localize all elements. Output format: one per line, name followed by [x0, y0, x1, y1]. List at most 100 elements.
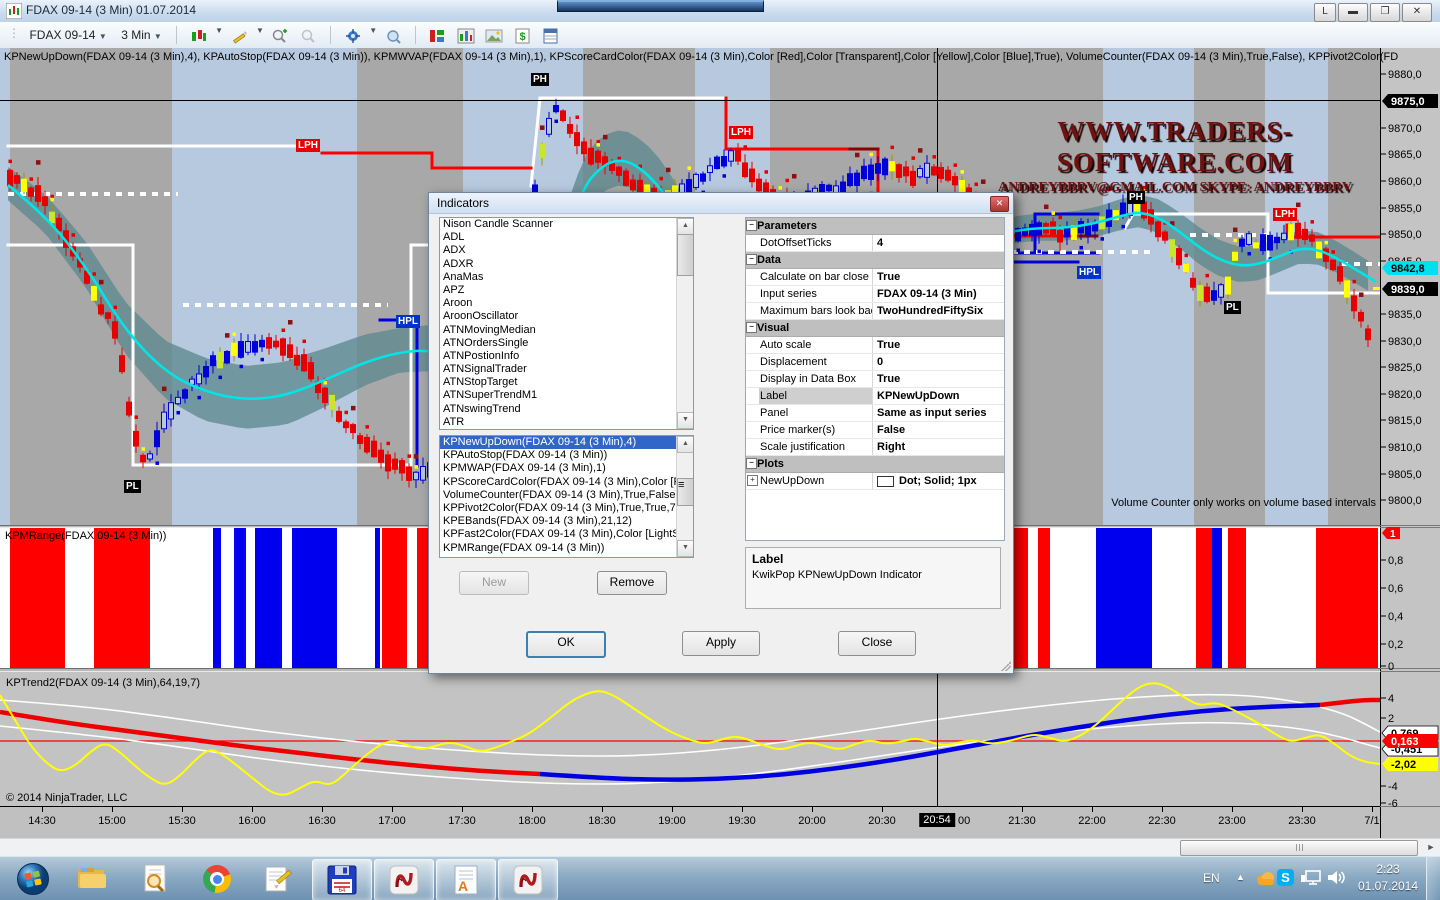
kptrend2-canvas[interactable] — [0, 672, 1380, 806]
property-row[interactable]: PanelSame as input series — [746, 405, 1004, 422]
property-value[interactable]: Dot; Solid; 1px — [873, 473, 1004, 489]
scrollbar-thumb[interactable] — [1180, 840, 1418, 856]
chart-style-button[interactable] — [189, 28, 209, 46]
property-row[interactable]: DotOffsetTicks4 — [746, 235, 1004, 252]
property-section-header[interactable]: −Parameters — [746, 218, 1004, 235]
configured-indicator-item[interactable]: VolumeCounter(FDAX 09-14 (3 Min),True,Fa… — [440, 489, 677, 502]
crosshair-button[interactable] — [343, 28, 363, 46]
show-desktop-button[interactable] — [1426, 857, 1440, 900]
configured-indicator-item[interactable]: KPPivot2Color(FDAX 09-14 (3 Min),True,Tr… — [440, 502, 677, 515]
time-axis[interactable]: 14:3015:0015:3016:0016:3017:0017:3018:00… — [0, 806, 1440, 839]
available-indicator-item[interactable]: AroonOscillator — [440, 310, 677, 323]
available-indicator-item[interactable]: ATNSuperTrendM1 — [440, 389, 677, 402]
available-indicator-item[interactable]: ATNswingTrend — [440, 403, 677, 416]
data-series-button[interactable] — [456, 28, 476, 46]
tray-skype-icon[interactable]: S — [1277, 869, 1294, 886]
list-scrollbar[interactable]: ▲ ▼ — [676, 218, 693, 429]
available-indicator-item[interactable]: ATR — [440, 416, 677, 429]
available-indicator-item[interactable]: ATNStopTarget — [440, 376, 677, 389]
apply-button[interactable]: Apply — [682, 631, 760, 656]
property-row[interactable]: Auto scaleTrue — [746, 337, 1004, 354]
property-row[interactable]: Displacement0 — [746, 354, 1004, 371]
background-window-edge[interactable] — [557, 0, 764, 12]
property-value[interactable]: TwoHundredFiftySix — [873, 303, 1004, 319]
snapshot-button[interactable] — [484, 28, 504, 46]
data-box-button[interactable] — [541, 28, 561, 46]
property-value[interactable]: 0 — [873, 354, 1004, 370]
draw-tools-button[interactable] — [230, 28, 250, 46]
chrome-button[interactable] — [188, 859, 246, 899]
scroll-up-icon[interactable]: ▲ — [677, 436, 694, 453]
tray-network-icon[interactable] — [1300, 869, 1322, 887]
property-value[interactable]: False — [873, 422, 1004, 438]
zoom-out-button[interactable] — [299, 28, 319, 46]
tray-volume-icon[interactable] — [1326, 868, 1346, 887]
property-value[interactable]: True — [873, 371, 1004, 387]
l-button[interactable]: L — [1314, 3, 1336, 22]
interval-dropdown[interactable]: 3 Min ▼ — [116, 26, 167, 44]
tray-weather-icon[interactable] — [1254, 869, 1276, 889]
available-indicator-item[interactable]: Aroon — [440, 297, 677, 310]
property-row[interactable]: Scale justificationRight — [746, 439, 1004, 456]
property-value[interactable]: Right — [873, 439, 1004, 455]
instrument-dropdown[interactable]: FDAX 09-14 ▼ — [24, 26, 111, 44]
language-indicator[interactable]: EN — [1203, 871, 1220, 885]
scrollbar-thumb[interactable] — [677, 234, 694, 276]
configured-indicator-item[interactable]: KPMRange(FDAX 09-14 (3 Min)) — [440, 542, 677, 555]
available-indicator-item[interactable]: ATNPostionInfo — [440, 350, 677, 363]
close-button-dialog[interactable]: Close — [838, 631, 916, 656]
property-value[interactable]: FDAX 09-14 (3 Min) — [873, 286, 1004, 302]
property-value[interactable]: 4 — [873, 235, 1004, 251]
remove-button[interactable]: Remove — [597, 571, 667, 595]
available-indicator-item[interactable]: ADXR — [440, 258, 677, 271]
close-button[interactable]: ✕ — [1402, 3, 1432, 22]
taskbar-clock[interactable]: 2:23 01.07.2014 — [1352, 861, 1424, 895]
indicator-properties-grid[interactable]: −ParametersDotOffsetTicks4−DataCalculate… — [745, 217, 1005, 541]
property-row[interactable]: +NewUpDownDot; Solid; 1px — [746, 473, 1004, 490]
available-indicator-item[interactable]: ATNOrdersSingle — [440, 337, 677, 350]
ok-button[interactable]: OK — [526, 631, 606, 658]
property-section-header[interactable]: −Data — [746, 252, 1004, 269]
configured-indicator-item[interactable]: KPNewUpDown(FDAX 09-14 (3 Min),4) — [440, 436, 677, 449]
property-row[interactable]: LabelKPNewUpDown — [746, 388, 1004, 405]
property-value[interactable]: True — [873, 337, 1004, 353]
available-indicator-item[interactable]: Nison Candle Scanner — [440, 218, 677, 231]
available-indicator-item[interactable]: ADX — [440, 244, 677, 257]
ninjatrader-button-2[interactable] — [498, 859, 558, 900]
magnify-data-button[interactable] — [384, 28, 404, 46]
price-axis[interactable]: 9880,09870,09865,09860,09855,09850,09845… — [1380, 48, 1440, 838]
scroll-up-icon[interactable]: ▲ — [677, 218, 694, 235]
configured-indicator-item[interactable]: KPFast2Color(FDAX 09-14 (3 Min),Color [L… — [440, 528, 677, 541]
ninjatrader-button[interactable] — [374, 859, 434, 900]
property-row[interactable]: Calculate on bar closeTrue — [746, 269, 1004, 286]
available-indicator-item[interactable]: ATNMovingMedian — [440, 324, 677, 337]
property-section-header[interactable]: −Plots — [746, 456, 1004, 473]
explorer-button[interactable] — [64, 859, 122, 899]
configured-indicators-list[interactable]: KPNewUpDown(FDAX 09-14 (3 Min),4)KPAutoS… — [439, 435, 694, 558]
document-app-button[interactable]: A — [436, 859, 496, 900]
scrollbar-thumb[interactable]: ≡ — [677, 478, 694, 506]
available-indicator-item[interactable]: AnaMas — [440, 271, 677, 284]
list-scrollbar[interactable]: ▲ ≡ ▼ — [676, 436, 693, 557]
chevron-down-icon[interactable]: ▼ — [369, 26, 377, 35]
account-button[interactable]: $ — [513, 28, 533, 46]
configured-indicator-item[interactable]: KPEBands(FDAX 09-14 (3 Min),21,12) — [440, 515, 677, 528]
dialog-resize-grip[interactable] — [1001, 661, 1011, 671]
minimize-button[interactable]: ▬ — [1338, 3, 1368, 22]
search-button[interactable] — [126, 859, 184, 899]
configured-indicator-item[interactable]: KPScoreCardColor(FDAX 09-14 (3 Min),Colo… — [440, 476, 677, 489]
chevron-down-icon[interactable]: ▼ — [256, 26, 264, 35]
new-button[interactable]: New — [459, 571, 529, 595]
property-section-header[interactable]: −Visual — [746, 320, 1004, 337]
floppy-app-button[interactable]: 64 — [312, 859, 372, 900]
scroll-down-icon[interactable]: ▼ — [677, 540, 694, 557]
available-indicator-item[interactable]: ATNSignalTrader — [440, 363, 677, 376]
property-row[interactable]: Input seriesFDAX 09-14 (3 Min) — [746, 286, 1004, 303]
scroll-down-icon[interactable]: ▼ — [677, 412, 694, 429]
editor-button[interactable] — [250, 859, 308, 899]
scrollbar-right-arrow-icon[interactable]: ► — [1424, 840, 1438, 854]
zoom-in-button[interactable] — [270, 28, 290, 46]
start-button[interactable] — [4, 859, 62, 899]
configured-indicator-item[interactable]: KPAutoStop(FDAX 09-14 (3 Min)) — [440, 449, 677, 462]
available-indicators-list[interactable]: Nison Candle ScannerADLADXADXRAnaMasAPZA… — [439, 217, 694, 430]
